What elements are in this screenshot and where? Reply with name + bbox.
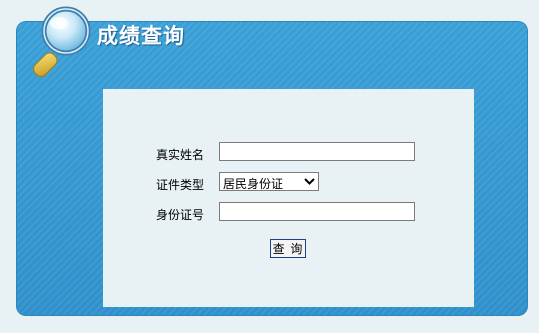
page: 真实姓名 证件类型 居民身份证 身份证号 查 询 成绩查询 [0,0,539,333]
magnifier-icon [33,6,91,77]
page-title: 成绩查询 [97,24,185,48]
id-type-selected-value: 居民身份证 [223,177,284,191]
chevron-down-icon [304,178,315,185]
id-number-label: 身份证号 [155,208,204,222]
id-type-label: 证件类型 [155,178,204,192]
name-row: 真实姓名 [103,142,474,164]
id-type-select[interactable]: 居民身份证 [219,172,319,191]
query-button[interactable]: 查 询 [270,239,306,258]
id-type-row: 证件类型 居民身份证 [103,172,474,194]
id-number-input[interactable] [219,202,415,221]
name-input[interactable] [219,142,415,161]
name-label: 真实姓名 [155,148,204,162]
form-area: 真实姓名 证件类型 居民身份证 身份证号 查 询 [103,89,474,307]
id-number-row: 身份证号 [103,202,474,224]
